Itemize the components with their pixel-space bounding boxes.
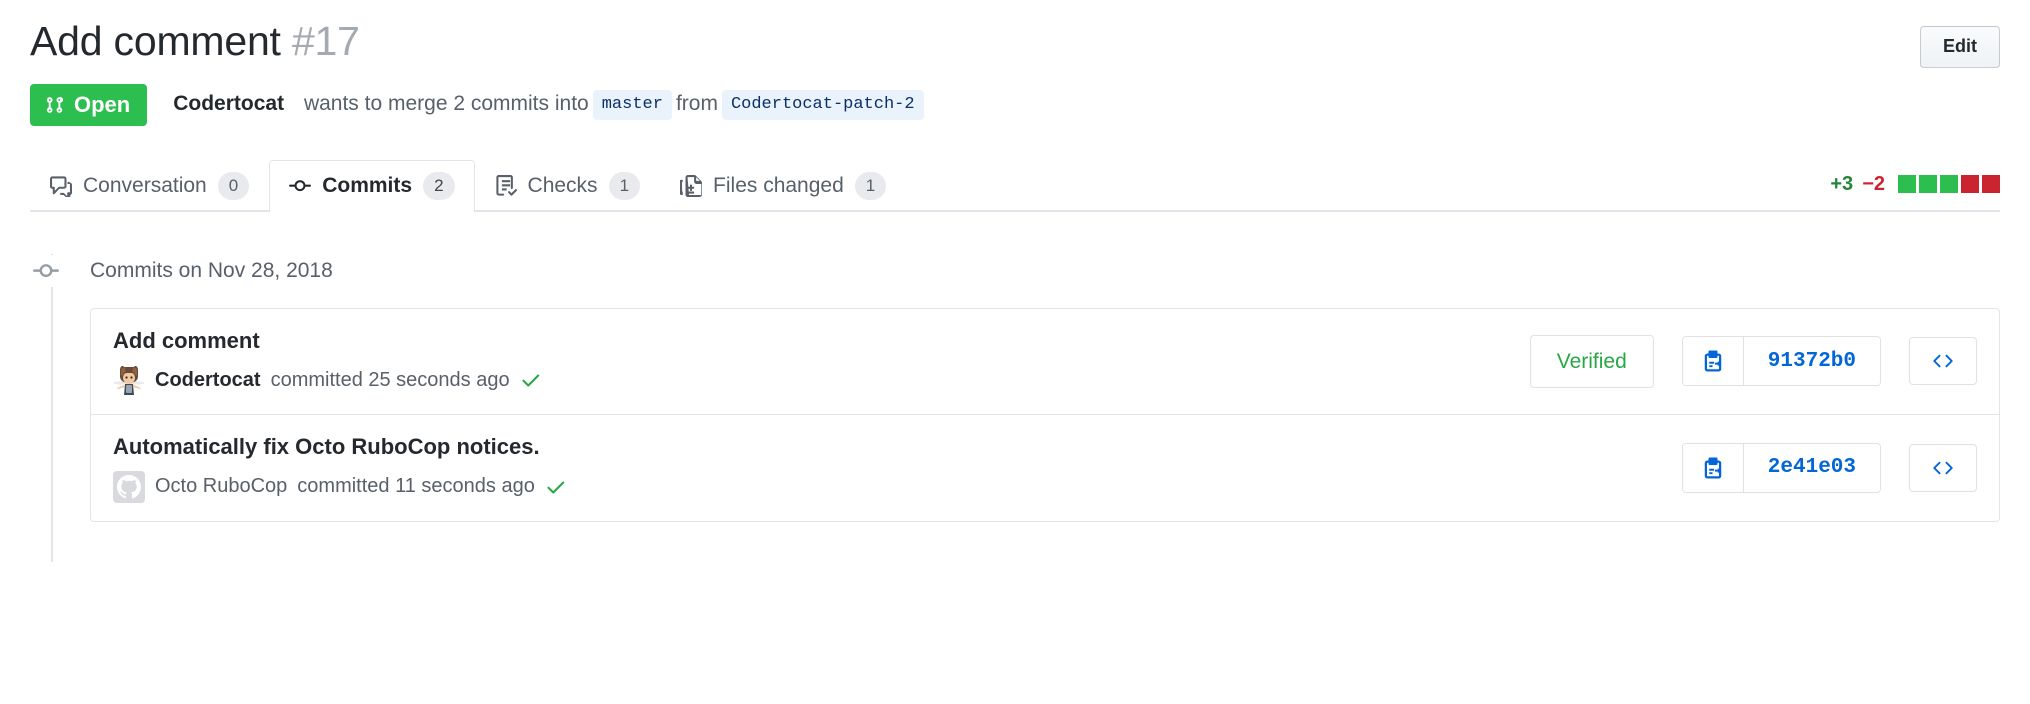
clipboard-copy-icon[interactable] [1683, 337, 1744, 385]
head-branch-chip[interactable]: Codertocat-patch-2 [722, 90, 924, 120]
commit-timestamp: committed 11 seconds ago [297, 473, 535, 500]
commit-message[interactable]: Add comment [113, 327, 1508, 356]
commits-section: Commits on Nov 28, 2018 Add comment [0, 212, 2030, 522]
diffstat-block-del [1982, 175, 2000, 193]
checklist-icon [495, 175, 517, 197]
pr-header: Add comment #17 Edit Open Codertocat wan… [0, 0, 2030, 126]
commit-main: Automatically fix Octo RuboCop notices. … [113, 433, 1660, 503]
code-icon[interactable] [1909, 337, 1977, 385]
diffstat-block-add [1940, 175, 1958, 193]
git-pull-request-icon [45, 95, 65, 115]
git-commit-icon [289, 175, 311, 197]
pr-author[interactable]: Codertocat [173, 90, 284, 118]
diffstat: +3 −2 [1830, 173, 2000, 212]
diffstat-additions: +3 [1830, 173, 1853, 196]
commit-group-title: Commits on Nov 28, 2018 [90, 257, 333, 284]
tab-files-changed-label: Files changed [713, 172, 844, 200]
timeline-line [51, 254, 53, 562]
tabnav-items: Conversation 0 Commits 2 Checks [30, 152, 2000, 212]
code-icon[interactable] [1909, 444, 1977, 492]
commit-timestamp: committed 25 seconds ago [271, 367, 510, 394]
tab-commits[interactable]: Commits 2 [269, 160, 474, 211]
pr-meta-row: Open Codertocat wants to merge 2 commits… [30, 84, 2000, 126]
tab-conversation-counter: 0 [218, 172, 249, 200]
avatar [113, 471, 145, 503]
commit-meta: Codertocat committed 25 seconds ago [113, 364, 1508, 396]
commit-actions: Verified 91372b0 [1530, 335, 1977, 388]
table-row: Automatically fix Octo RuboCop notices. … [91, 415, 1999, 521]
status-badge[interactable]: Open [30, 84, 147, 126]
tab-conversation[interactable]: Conversation 0 [30, 160, 269, 211]
diff-file-icon [680, 175, 702, 197]
clipboard-copy-icon[interactable] [1683, 444, 1744, 492]
git-commit-node-icon [30, 255, 62, 287]
diffstat-block-add [1919, 175, 1937, 193]
diffstat-block-del [1961, 175, 1979, 193]
commit-message[interactable]: Automatically fix Octo RuboCop notices. [113, 433, 1660, 462]
commit-group-header: Commits on Nov 28, 2018 [52, 254, 2000, 288]
tab-commits-counter: 2 [423, 172, 454, 200]
commit-sha-link[interactable]: 91372b0 [1744, 337, 1880, 385]
commit-author[interactable]: Codertocat [155, 367, 261, 394]
page-title: Add comment #17 [30, 18, 360, 65]
pr-from-text: from [676, 90, 718, 118]
pr-title-text: Add comment [30, 18, 281, 64]
tab-checks-label: Checks [528, 172, 598, 200]
edit-button[interactable]: Edit [1920, 26, 2000, 68]
commit-sha-group: 2e41e03 [1682, 443, 1881, 493]
commit-main: Add comment [113, 327, 1508, 397]
diffstat-deletions: −2 [1862, 173, 1885, 196]
tab-checks[interactable]: Checks 1 [475, 160, 661, 211]
status-badge-label: Open [74, 94, 130, 116]
table-row: Add comment [91, 309, 1999, 416]
title-row: Add comment #17 Edit [30, 18, 2000, 68]
pr-tabnav: Conversation 0 Commits 2 Checks [0, 152, 2030, 212]
check-icon [520, 369, 542, 391]
tab-checks-counter: 1 [609, 172, 640, 200]
base-branch-chip[interactable]: master [593, 90, 672, 120]
commit-author[interactable]: Octo RuboCop [155, 473, 287, 500]
pr-meta-description: Codertocat wants to merge 2 commits into… [173, 90, 927, 120]
tab-commits-label: Commits [322, 172, 412, 200]
commit-sha-group: 91372b0 [1682, 336, 1881, 386]
tab-files-changed-counter: 1 [855, 172, 886, 200]
tab-files-changed[interactable]: Files changed 1 [660, 160, 906, 211]
diffstat-block-add [1898, 175, 1916, 193]
commits-list: Add comment [90, 308, 2000, 522]
check-icon [545, 476, 567, 498]
verified-badge[interactable]: Verified [1530, 335, 1654, 388]
pr-number: #17 [292, 18, 360, 64]
commit-sha-link[interactable]: 2e41e03 [1744, 444, 1880, 492]
pull-request-page: Add comment #17 Edit Open Codertocat wan… [0, 0, 2030, 704]
commit-actions: 2e41e03 [1682, 443, 1977, 493]
tab-conversation-label: Conversation [83, 172, 207, 200]
avatar [113, 364, 145, 396]
comment-discussion-icon [50, 175, 72, 197]
pr-action-text: wants to merge 2 commits into [304, 90, 589, 118]
commit-meta: Octo RuboCop committed 11 seconds ago [113, 471, 1660, 503]
diffstat-blocks [1898, 175, 2000, 193]
